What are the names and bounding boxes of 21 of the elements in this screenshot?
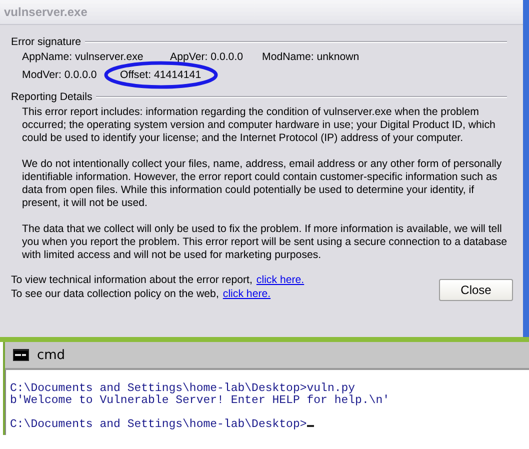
signature-field: AppName: vulnserver.exe [22,51,170,64]
link-sentence: To view technical information about the error report, click here. [11,273,306,287]
console-title: cmd [37,348,66,362]
signature-field: AppVer: 0.0.0.0 [170,51,262,64]
text-cursor [306,425,314,427]
link[interactable]: click here. [256,274,304,286]
console-line: C:\Documents and Settings\home-lab\Desktop>vuln.py [10,382,356,395]
paragraph: We do not intentionally collect your files, name, address, email address or any other form of personally identifiable information. However, the error report could contain customer-specific information such as data from open files. While this information could potentially be used to determine your identity, if present, it will not be used. [22,158,503,210]
signature-field: ModVer: 0.0.0.0 [22,69,120,82]
console-icon [13,349,29,361]
paragraph: This error report includes: information regarding the condition of vulnserver.exe when the problem occurred; the operating system version and computer hardware in use; your Digital Product ID, which could be used to identify your license; and the Internet Protocol (IP) address of your computer. [22,106,496,145]
link[interactable]: click here. [222,288,271,300]
close-button[interactable]: Close [439,279,513,301]
window-title: vulnserver.exe [4,5,88,19]
paragraph: The data that we collect will only be used to fix the problem. If more information is available, we will tell you when you report the problem. This error report will be sent using a secure connection to a database with limited access and will not be used for marketing purposes. [22,223,508,262]
console-line: b'Welcome to Vulnerable Server! Enter HELP for help.\n' [10,394,390,407]
group-heading: Error signature [11,36,82,48]
console-line: C:\Documents and Settings\home-lab\Desktop> [10,418,307,431]
signature-field: ModName: unknown [262,51,360,64]
group-heading: Reporting Details [11,91,92,103]
link-sentence: To see our data collection policy on the web, click here. [11,287,272,301]
